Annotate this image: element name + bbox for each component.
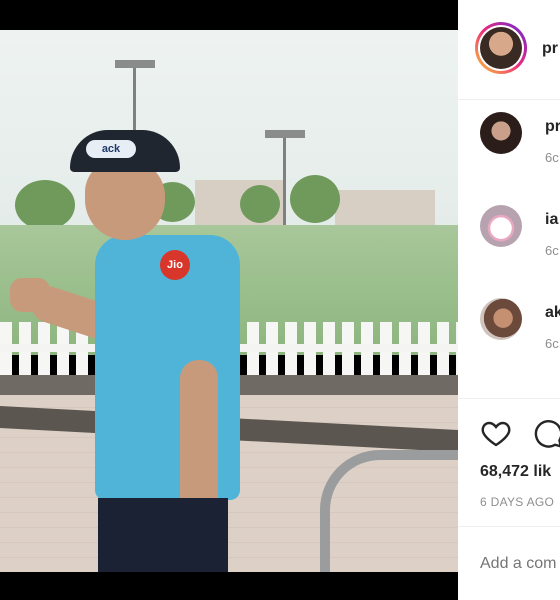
post-media[interactable]: Jio ack bbox=[0, 0, 458, 600]
post-timestamp: 6 DAYS AGO bbox=[480, 495, 555, 509]
post-header: pr bbox=[458, 0, 560, 100]
commenter-username[interactable]: pr bbox=[545, 118, 560, 136]
commenter-avatar[interactable] bbox=[480, 298, 522, 340]
comment-time: 6c bbox=[545, 243, 559, 258]
comment-time: 6c bbox=[545, 336, 559, 351]
comment-icon[interactable] bbox=[532, 417, 560, 449]
post-photo: Jio ack bbox=[0, 30, 458, 572]
commenter-avatar[interactable] bbox=[480, 205, 522, 247]
comment-item: pr 6c bbox=[458, 112, 560, 198]
commenter-avatar[interactable] bbox=[480, 112, 522, 154]
author-avatar[interactable] bbox=[475, 22, 527, 74]
comment-item: ia 6c bbox=[458, 205, 560, 291]
author-username[interactable]: pr bbox=[542, 40, 558, 58]
post-actions: 68,472 lik 6 DAYS AGO bbox=[458, 398, 560, 526]
jersey-logo: Jio bbox=[160, 250, 190, 280]
add-comment-bar bbox=[458, 526, 560, 600]
like-count[interactable]: 68,472 lik bbox=[480, 463, 551, 481]
add-comment-input[interactable] bbox=[480, 555, 560, 573]
comment-time: 6c bbox=[545, 150, 559, 165]
heart-icon[interactable] bbox=[480, 417, 512, 449]
comment-item: ak 6c bbox=[458, 298, 560, 384]
commenter-username[interactable]: ak bbox=[545, 304, 560, 322]
post-side-panel: pr pr 6c ia 6c ak 6c 68,472 lik 6 DAYS A… bbox=[458, 0, 560, 600]
coach-figure: Jio ack bbox=[10, 130, 250, 572]
commenter-username[interactable]: ia bbox=[545, 211, 558, 229]
cap-logo: ack bbox=[86, 140, 136, 158]
